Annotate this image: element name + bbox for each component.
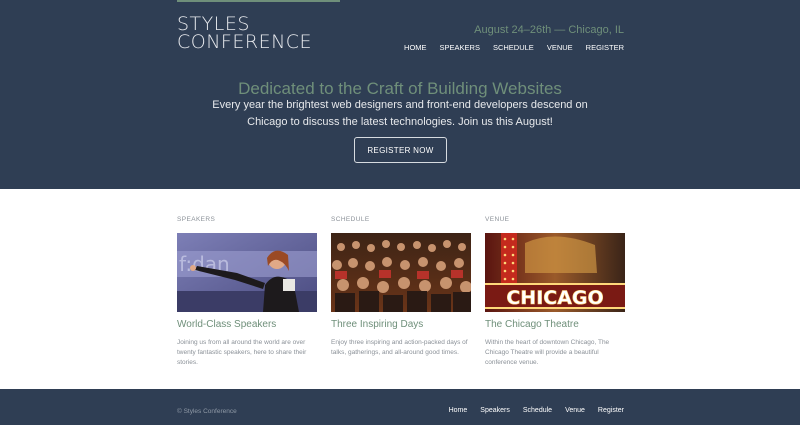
chicago-theatre-photo: CHICAGO — [485, 233, 625, 312]
hero-headline: Dedicated to the Craft of Building Websi… — [238, 79, 562, 98]
card-title-schedule[interactable]: Three Inspiring Days — [331, 319, 423, 330]
chicago-sign-text: CHICAGO — [506, 287, 603, 309]
audience-photo — [331, 233, 471, 312]
card-text-schedule: Enjoy three inspiring and action-packed … — [331, 339, 468, 356]
venue-image[interactable]: CHICAGO — [485, 233, 625, 312]
nav-register[interactable]: REGISTER — [586, 43, 624, 52]
nav-speakers[interactable]: SPEAKERS — [440, 43, 480, 52]
register-now-button[interactable]: REGISTER NOW — [354, 137, 447, 163]
nav-home[interactable]: HOME — [404, 43, 427, 52]
footer-nav-schedule[interactable]: Schedule — [523, 407, 552, 414]
hero-subtext: Every year the brightest web designers a… — [212, 99, 588, 128]
footer-nav-speakers[interactable]: Speakers — [480, 407, 510, 414]
copyright: © Styles Conference — [177, 408, 237, 415]
footer — [0, 389, 800, 425]
speaker-photo: f:dan — [177, 233, 317, 312]
footer-nav-home[interactable]: Home — [449, 407, 468, 414]
nav-venue[interactable]: VENUE — [547, 43, 573, 52]
section-label-venue: VENUE — [485, 216, 510, 223]
logo-line-2: CONFERENCE — [177, 31, 313, 53]
section-label-schedule: SCHEDULE — [331, 216, 370, 223]
footer-nav-venue[interactable]: Venue — [565, 407, 585, 414]
card-title-venue[interactable]: The Chicago Theatre — [485, 319, 579, 330]
nav-schedule[interactable]: SCHEDULE — [493, 43, 534, 52]
site-logo[interactable]: STYLES CONFERENCE — [177, 15, 313, 53]
section-label-speakers: SPEAKERS — [177, 216, 216, 223]
speakers-image[interactable]: f:dan — [177, 233, 317, 312]
schedule-image[interactable] — [331, 233, 471, 312]
footer-nav-register[interactable]: Register — [598, 407, 624, 414]
card-title-speakers[interactable]: World-Class Speakers — [177, 319, 276, 330]
footer-nav: Home Speakers Schedule Venue Register — [449, 407, 624, 414]
event-dates: August 24–26th — Chicago, IL — [474, 24, 624, 36]
primary-nav: HOME SPEAKERS SCHEDULE VENUE REGISTER — [404, 43, 624, 52]
top-accent-line — [177, 0, 340, 2]
card-text-venue: Within the heart of downtown Chicago, Th… — [485, 339, 610, 366]
card-text-speakers: Joining us from all around the world are… — [177, 339, 307, 366]
